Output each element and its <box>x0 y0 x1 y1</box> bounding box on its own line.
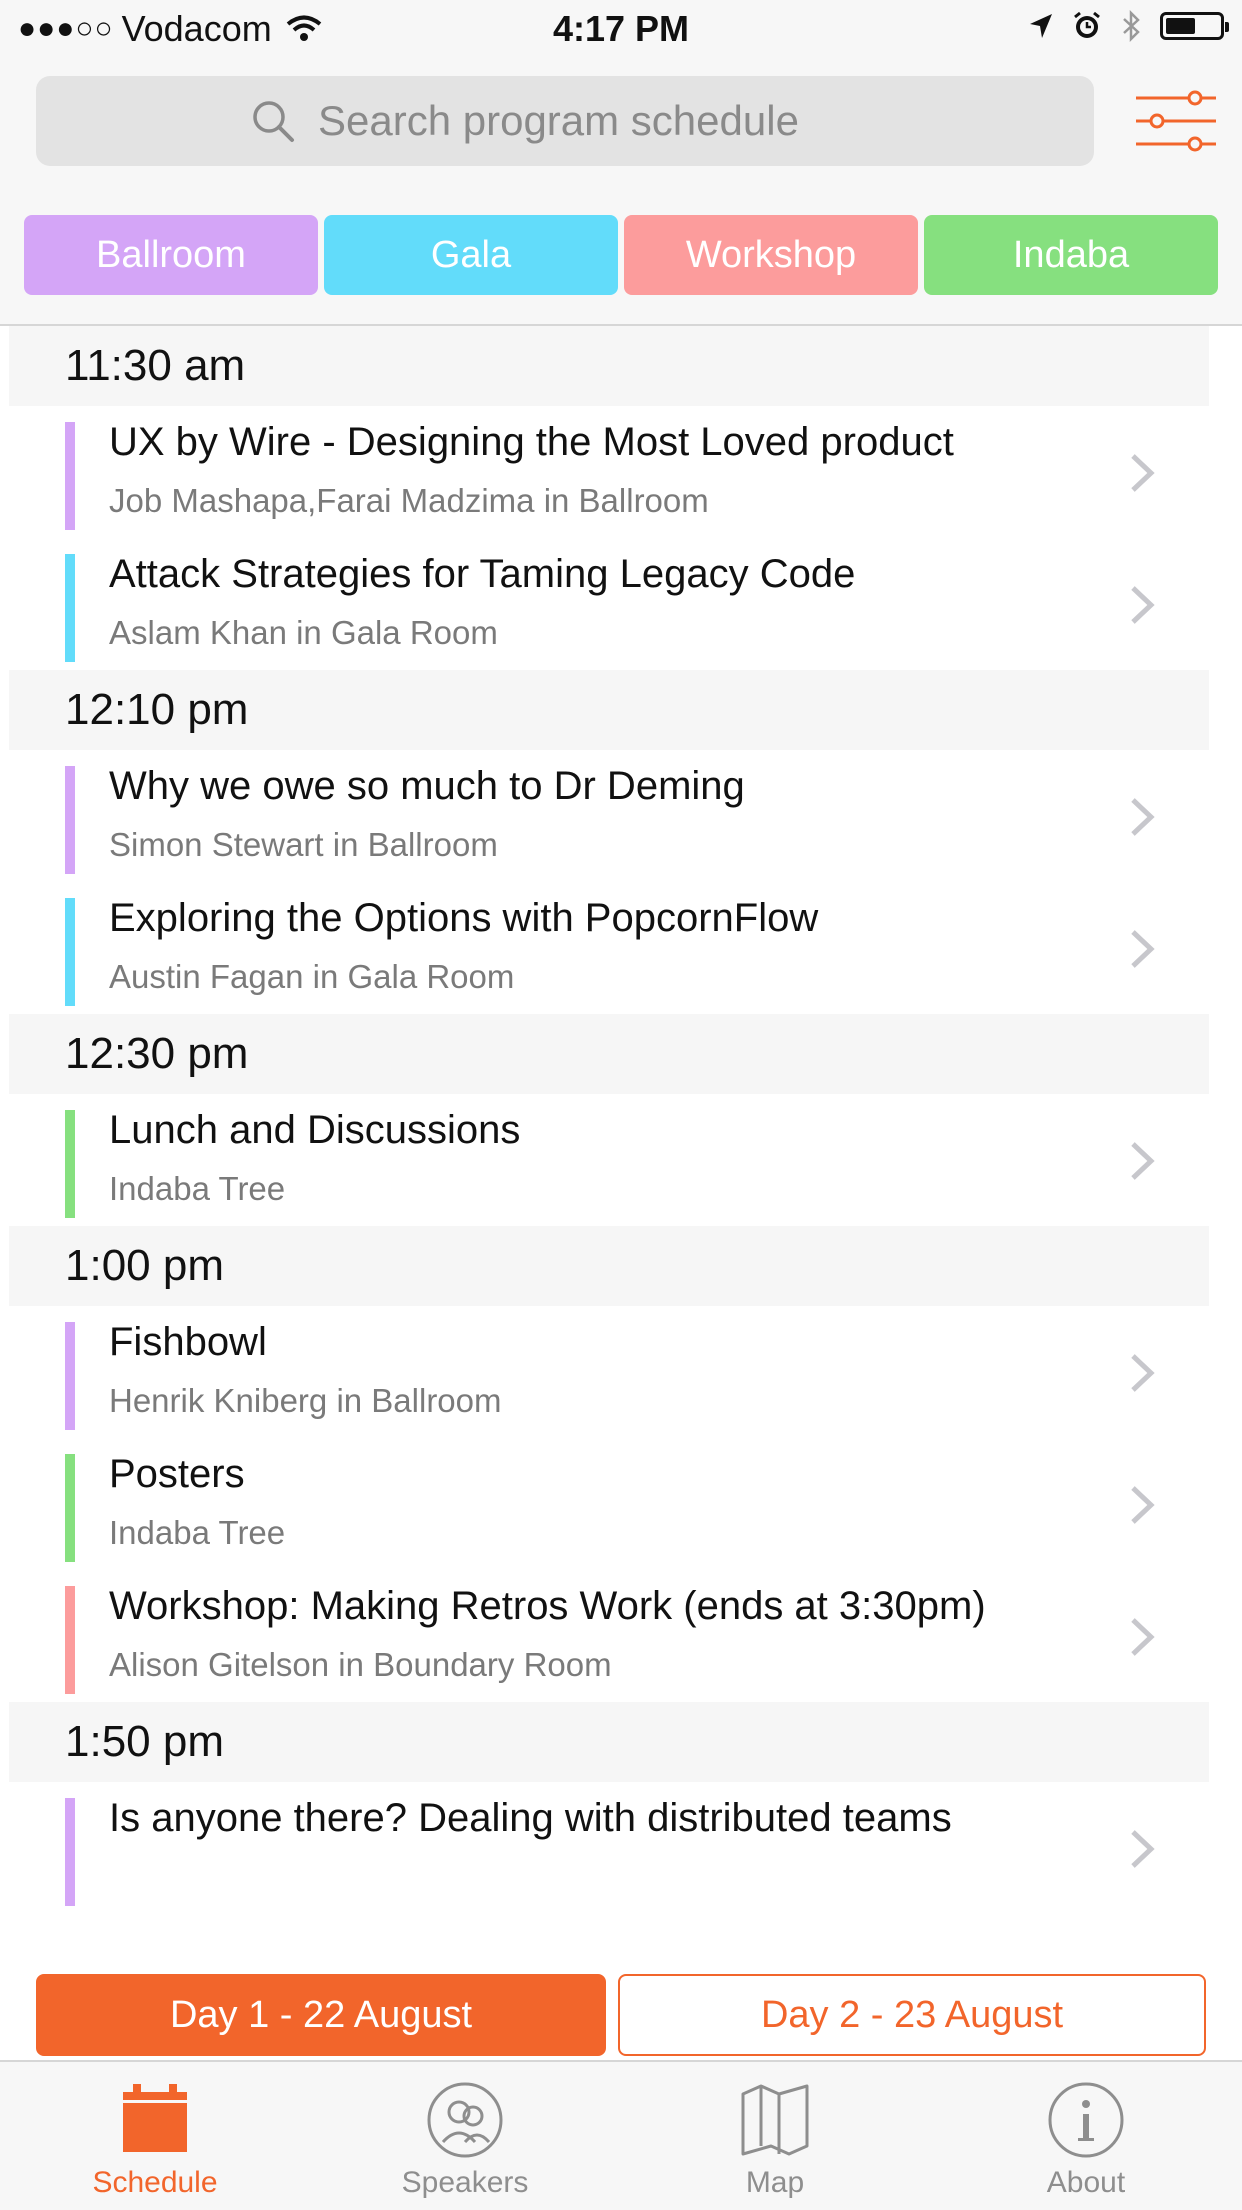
tab-map[interactable]: Map <box>675 2080 875 2200</box>
room-color-bar <box>65 422 75 530</box>
room-color-bar <box>65 1322 75 1430</box>
session-title: Posters <box>109 1452 245 1496</box>
time-header: 1:50 pm <box>9 1702 1209 1782</box>
session-item[interactable]: Workshop: Making Retros Work (ends at 3:… <box>9 1570 1209 1702</box>
room-color-bar <box>65 554 75 662</box>
tab-bar: Schedule Speakers Map About <box>0 2060 1242 2210</box>
session-title: Attack Strategies for Taming Legacy Code <box>109 552 856 596</box>
time-header: 1:00 pm <box>9 1226 1209 1306</box>
battery-icon <box>1160 12 1229 40</box>
room-filter-indaba[interactable]: Indaba <box>924 215 1218 295</box>
session-speaker-room: Indaba Tree <box>109 1514 286 1551</box>
header <box>0 60 1242 186</box>
tab-schedule[interactable]: Schedule <box>55 2080 255 2200</box>
session-item[interactable]: Fishbowl Henrik Kniberg in Ballroom <box>9 1306 1209 1438</box>
info-icon <box>1048 2082 1124 2158</box>
tab-label: Map <box>745 2166 805 2199</box>
room-color-bar <box>65 1110 75 1218</box>
room-color-bar <box>65 898 75 1006</box>
session-item[interactable]: Attack Strategies for Taming Legacy Code… <box>9 538 1209 670</box>
session-item[interactable]: Lunch and Discussions Indaba Tree <box>9 1094 1209 1226</box>
room-filter-workshop[interactable]: Workshop <box>624 215 918 295</box>
session-title: Why we owe so much to Dr Deming <box>109 764 745 808</box>
room-filter-ballroom[interactable]: Ballroom <box>24 215 318 295</box>
status-bar: ●●●○○ Vodacom 4:17 PM <box>0 0 1242 60</box>
chevron-right-icon <box>1131 930 1155 968</box>
session-item[interactable]: UX by Wire - Designing the Most Loved pr… <box>9 406 1209 538</box>
bluetooth-icon <box>1123 10 1140 42</box>
search-bar[interactable] <box>36 76 1094 166</box>
chevron-right-icon <box>1131 586 1155 624</box>
tab-label: Schedule <box>92 2166 218 2199</box>
tab-about[interactable]: About <box>986 2080 1186 2200</box>
chevron-right-icon <box>1131 1354 1155 1392</box>
alarm-icon <box>1074 11 1100 38</box>
chevron-right-icon <box>1131 1142 1155 1180</box>
chevron-right-icon <box>1131 798 1155 836</box>
location-arrow-icon <box>1030 14 1052 38</box>
session-speaker-room: Simon Stewart in Ballroom <box>109 826 498 863</box>
time-header: 11:30 am <box>9 326 1209 406</box>
session-speaker-room: Austin Fagan in Gala Room <box>109 958 515 995</box>
session-title: Lunch and Discussions <box>109 1108 521 1152</box>
chevron-right-icon <box>1131 454 1155 492</box>
speakers-icon <box>427 2082 503 2158</box>
session-item[interactable]: Exploring the Options with PopcornFlow A… <box>9 882 1209 1014</box>
session-item[interactable]: Is anyone there? Dealing with distribute… <box>9 1782 1209 1914</box>
session-title: Exploring the Options with PopcornFlow <box>109 896 819 940</box>
tab-speakers[interactable]: Speakers <box>365 2080 565 2200</box>
room-color-bar <box>65 766 75 874</box>
room-filter-bar: Ballroom Gala Workshop Indaba <box>0 184 1242 326</box>
session-title: Is anyone there? Dealing with distribute… <box>109 1796 952 1840</box>
tab-label: About <box>1046 2166 1126 2199</box>
session-speaker-room: Aslam Khan in Gala Room <box>109 614 498 651</box>
search-input[interactable] <box>316 96 880 146</box>
day-1-button[interactable]: Day 1 - 22 August <box>36 1974 606 2056</box>
chevron-right-icon <box>1131 1618 1155 1656</box>
schedule-list[interactable]: 11:30 am UX by Wire - Designing the Most… <box>9 326 1209 1914</box>
time-header: 12:30 pm <box>9 1014 1209 1094</box>
session-item[interactable]: Why we owe so much to Dr Deming Simon St… <box>9 750 1209 882</box>
session-speaker-room: Indaba Tree <box>109 1170 286 1207</box>
day-selector: Day 1 - 22 August Day 2 - 23 August <box>0 1974 1242 2060</box>
room-color-bar <box>65 1586 75 1694</box>
map-icon <box>741 2084 809 2156</box>
search-icon <box>253 101 294 142</box>
room-filter-gala[interactable]: Gala <box>324 215 618 295</box>
session-title: Workshop: Making Retros Work (ends at 3:… <box>109 1584 986 1628</box>
filter-settings-icon[interactable] <box>1134 88 1218 154</box>
session-speaker-room: Alison Gitelson in Boundary Room <box>109 1646 612 1683</box>
room-color-bar <box>65 1798 75 1906</box>
chevron-right-icon <box>1131 1486 1155 1524</box>
tab-label: Speakers <box>401 2166 529 2199</box>
time-header: 12:10 pm <box>9 670 1209 750</box>
session-speaker-room: Henrik Kniberg in Ballroom <box>109 1382 502 1419</box>
session-title: UX by Wire - Designing the Most Loved pr… <box>109 420 954 464</box>
calendar-icon <box>123 2084 187 2152</box>
session-speaker-room: Job Mashapa,Farai Madzima in Ballroom <box>109 482 709 519</box>
chevron-right-icon <box>1131 1830 1155 1868</box>
day-2-button[interactable]: Day 2 - 23 August <box>618 1974 1206 2056</box>
session-title: Fishbowl <box>109 1320 267 1364</box>
session-item[interactable]: Posters Indaba Tree <box>9 1438 1209 1570</box>
room-color-bar <box>65 1454 75 1562</box>
